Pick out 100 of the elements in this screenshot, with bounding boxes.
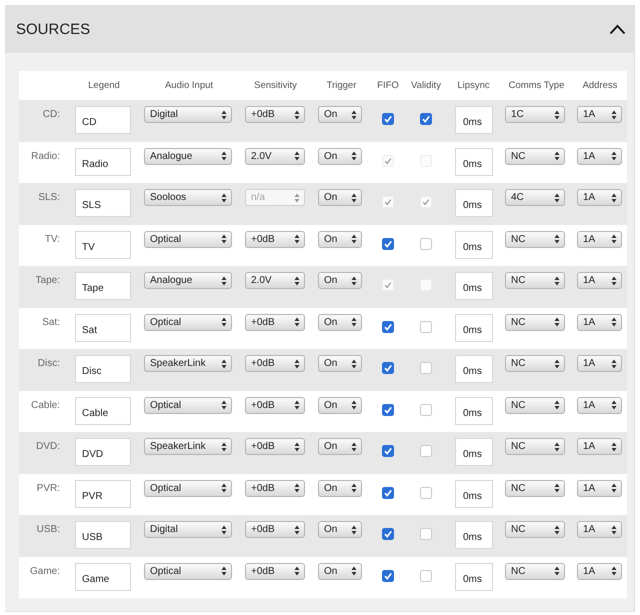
legend-field[interactable]: SLS (75, 189, 131, 217)
address-select[interactable]: 1A (577, 314, 622, 330)
fifo-checkbox[interactable] (382, 404, 394, 416)
sensitivity-select[interactable]: 2.0V (245, 272, 305, 289)
address-select[interactable]: 1A (577, 355, 622, 372)
address-select[interactable]: 1A (577, 562, 622, 580)
trigger-select[interactable]: On (318, 355, 362, 372)
legend-field[interactable]: CD (75, 106, 131, 134)
lipsync-field[interactable]: 0ms (455, 189, 493, 217)
comms-type-select[interactable]: NC (505, 396, 565, 414)
trigger-select[interactable]: On (318, 272, 362, 289)
fifo-checkbox[interactable] (382, 570, 394, 582)
trigger-select[interactable]: On (318, 106, 362, 123)
validity-checkbox[interactable] (420, 570, 432, 582)
chevron-up-icon[interactable] (609, 24, 626, 34)
sensitivity-select[interactable]: +0dB (245, 562, 305, 580)
legend-field[interactable]: Game (75, 562, 131, 590)
address-select[interactable]: 1A (577, 106, 622, 123)
address-select[interactable]: 1A (577, 230, 622, 248)
audio-input-select[interactable]: SpeakerLink (144, 355, 232, 372)
lipsync-field[interactable]: 0ms (455, 106, 493, 134)
legend-field[interactable]: DVD (75, 438, 131, 466)
lipsync-field[interactable]: 0ms (455, 521, 493, 549)
lipsync-field[interactable]: 0ms (455, 314, 493, 342)
comms-type-select[interactable]: NC (505, 438, 565, 455)
comms-type-select[interactable]: NC (505, 314, 565, 330)
validity-checkbox[interactable] (420, 445, 432, 457)
sensitivity-select[interactable]: +0dB (245, 106, 305, 123)
validity-checkbox[interactable] (420, 362, 432, 374)
fifo-checkbox[interactable] (382, 445, 394, 457)
legend-field[interactable]: Radio (75, 148, 131, 176)
comms-type-select[interactable]: NC (505, 521, 565, 538)
lipsync-field[interactable]: 0ms (455, 480, 493, 508)
address-select[interactable]: 1A (577, 521, 622, 538)
legend-field[interactable]: PVR (75, 480, 131, 508)
sensitivity-select[interactable]: +0dB (245, 314, 305, 330)
address-select[interactable]: 1A (577, 148, 622, 164)
legend-field[interactable]: Cable (75, 396, 131, 424)
trigger-select[interactable]: On (318, 189, 362, 206)
audio-input-select[interactable]: Digital (144, 521, 232, 538)
trigger-select[interactable]: On (318, 230, 362, 248)
legend-field[interactable]: Sat (75, 314, 131, 342)
fifo-checkbox[interactable] (382, 486, 394, 498)
lipsync-field[interactable]: 0ms (455, 438, 493, 466)
audio-input-select[interactable]: SpeakerLink (144, 438, 232, 455)
fifo-checkbox[interactable] (382, 528, 394, 540)
validity-checkbox[interactable] (420, 113, 432, 125)
audio-input-select[interactable]: Optical (144, 396, 232, 414)
trigger-select[interactable]: On (318, 396, 362, 414)
validity-checkbox[interactable] (420, 528, 432, 540)
legend-field[interactable]: USB (75, 521, 131, 549)
address-select[interactable]: 1A (577, 396, 622, 414)
audio-input-select[interactable]: Digital (144, 106, 232, 123)
fifo-checkbox[interactable] (382, 362, 394, 374)
audio-input-select[interactable]: Optical (144, 480, 232, 496)
sensitivity-select[interactable]: +0dB (245, 480, 305, 496)
lipsync-field[interactable]: 0ms (455, 562, 493, 590)
validity-checkbox[interactable] (420, 320, 432, 332)
address-select[interactable]: 1A (577, 272, 622, 289)
trigger-select[interactable]: On (318, 562, 362, 580)
comms-type-select[interactable]: NC (505, 480, 565, 496)
sensitivity-select[interactable]: +0dB (245, 438, 305, 455)
comms-type-select[interactable]: NC (505, 230, 565, 248)
sensitivity-select[interactable]: +0dB (245, 396, 305, 414)
comms-type-select[interactable]: NC (505, 148, 565, 164)
legend-field[interactable]: Disc (75, 355, 131, 383)
sensitivity-select[interactable]: +0dB (245, 355, 305, 372)
sensitivity-select[interactable]: +0dB (245, 521, 305, 538)
audio-input-select[interactable]: Sooloos (144, 189, 232, 206)
audio-input-select[interactable]: Analogue (144, 148, 232, 164)
lipsync-field[interactable]: 0ms (455, 230, 493, 258)
lipsync-field[interactable]: 0ms (455, 272, 493, 300)
fifo-checkbox[interactable] (382, 113, 394, 125)
validity-checkbox[interactable] (420, 404, 432, 416)
sensitivity-select[interactable]: 2.0V (245, 148, 305, 164)
comms-type-select[interactable]: NC (505, 562, 565, 580)
comms-type-select[interactable]: 1C (505, 106, 565, 123)
fifo-checkbox[interactable] (382, 238, 394, 250)
comms-type-select[interactable]: NC (505, 272, 565, 289)
trigger-select[interactable]: On (318, 480, 362, 496)
address-select[interactable]: 1A (577, 189, 622, 206)
address-select[interactable]: 1A (577, 438, 622, 455)
address-select[interactable]: 1A (577, 480, 622, 496)
lipsync-field[interactable]: 0ms (455, 355, 493, 383)
fifo-checkbox[interactable] (382, 320, 394, 332)
sensitivity-select[interactable]: +0dB (245, 230, 305, 248)
audio-input-select[interactable]: Optical (144, 230, 232, 248)
trigger-select[interactable]: On (318, 521, 362, 538)
trigger-select[interactable]: On (318, 314, 362, 330)
audio-input-select[interactable]: Optical (144, 314, 232, 330)
validity-checkbox[interactable] (420, 238, 432, 250)
comms-type-select[interactable]: NC (505, 355, 565, 372)
lipsync-field[interactable]: 0ms (455, 396, 493, 424)
lipsync-field[interactable]: 0ms (455, 148, 493, 176)
comms-type-select[interactable]: 4C (505, 189, 565, 206)
legend-field[interactable]: TV (75, 230, 131, 258)
audio-input-select[interactable]: Optical (144, 562, 232, 580)
trigger-select[interactable]: On (318, 438, 362, 455)
audio-input-select[interactable]: Analogue (144, 272, 232, 289)
validity-checkbox[interactable] (420, 486, 432, 498)
